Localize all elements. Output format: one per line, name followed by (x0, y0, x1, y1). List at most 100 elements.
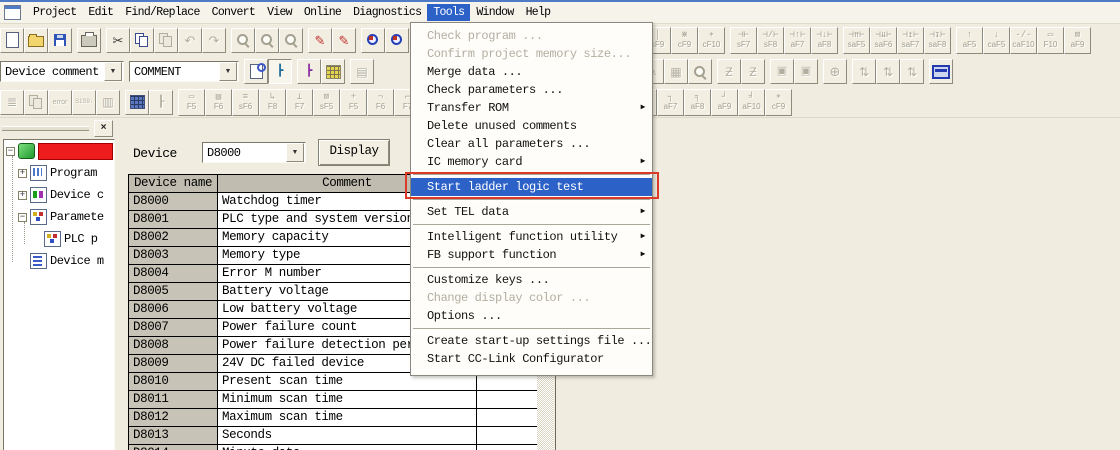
verify-comment-button[interactable] (244, 59, 268, 84)
data-type-combo[interactable]: Device comment▼ (0, 61, 124, 82)
device-name-cell[interactable]: D8011 (129, 391, 218, 408)
monitor-mode-button[interactable] (929, 59, 953, 84)
table-row[interactable]: D8012Maximum scan time (129, 409, 538, 427)
new-project-icon (6, 32, 19, 48)
dropdown-arrow-icon[interactable]: ▼ (219, 62, 237, 81)
zoom-comment-button[interactable] (361, 28, 385, 53)
expand-icon[interactable]: + (18, 191, 27, 200)
comment-list-button[interactable]: ┣ (297, 59, 321, 84)
close-icon[interactable]: × (94, 120, 113, 137)
menu-item-start-ladder-logic-test[interactable]: Start ladder logic test (411, 178, 652, 196)
device-name-cell[interactable]: D8012 (129, 409, 218, 426)
menu-item-label: Confirm project memory size... (427, 45, 631, 63)
sort-device-button: ⇅ (852, 59, 876, 84)
menu-item-intelligent-function-utility[interactable]: Intelligent function utility▶ (411, 228, 652, 246)
open-project-button[interactable] (24, 28, 48, 53)
menu-project[interactable]: Project (27, 4, 82, 21)
device-comment-grid-button[interactable] (321, 59, 345, 84)
tree-dock-gripper[interactable]: × (0, 119, 116, 137)
device-name-cell[interactable]: D8000 (129, 193, 218, 210)
device-name-cell[interactable]: D8001 (129, 211, 218, 228)
copy-button[interactable] (130, 28, 154, 53)
line-vertical-button-key-label: F7 (295, 102, 304, 111)
redo-button: ↷ (202, 28, 226, 53)
tree-root-project[interactable]: − (4, 140, 114, 162)
grid-display-button[interactable] (125, 90, 149, 115)
menu-item-label: Transfer ROM (427, 99, 509, 117)
device-name-cell[interactable]: D8008 (129, 337, 218, 354)
ladder-open-contact-button-key-label: sF7 (737, 40, 750, 49)
device-name-cell[interactable]: D8014 (129, 445, 218, 450)
table-row[interactable]: D8011Minimum scan time (129, 391, 538, 409)
comment-cell[interactable]: Seconds (218, 427, 477, 444)
device-name-cell[interactable]: D8003 (129, 247, 218, 264)
comment-cell[interactable]: Minute data (218, 445, 477, 450)
device-combo[interactable]: D8000 ▼ (202, 142, 306, 163)
menu-item-ic-memory-card[interactable]: IC memory card▶ (411, 153, 652, 171)
menu-item-fb-support-function[interactable]: FB support function▶ (411, 246, 652, 264)
submenu-arrow-icon: ▶ (641, 208, 645, 216)
display-button[interactable]: Display (318, 139, 390, 166)
menu-convert[interactable]: Convert (206, 4, 261, 21)
device-name-cell[interactable]: D8004 (129, 265, 218, 282)
gripper-handle[interactable] (2, 126, 89, 131)
menu-item-customize-keys[interactable]: Customize keys ... (411, 271, 652, 289)
submenu-arrow-icon: ▶ (641, 158, 645, 166)
print-button[interactable] (77, 28, 101, 53)
menu-item-check-parameters[interactable]: Check parameters ... (411, 81, 652, 99)
menu-online[interactable]: Online (298, 4, 347, 21)
table-row-partial[interactable]: D8014Minute data (129, 445, 538, 450)
menu-view[interactable]: View (261, 4, 298, 21)
menu-window[interactable]: Window (470, 4, 519, 21)
tree-item-parameter-label: Paramete (50, 210, 104, 224)
menu-item-delete-unused-comments[interactable]: Delete unused comments (411, 117, 652, 135)
partition-icon: ▥ (102, 96, 113, 108)
collapse-icon[interactable]: − (6, 147, 15, 156)
device-name-cell[interactable]: D8005 (129, 283, 218, 300)
grid-check-button: ▦ (664, 59, 688, 84)
save-project-button[interactable] (48, 28, 72, 53)
collapse-icon[interactable]: − (18, 213, 27, 222)
tree-item-program[interactable]: +Program (4, 162, 114, 184)
copy-data-icon (29, 95, 43, 109)
device-name-cell[interactable]: D8013 (129, 427, 218, 444)
menu-diagnostics[interactable]: Diagnostics (347, 4, 427, 21)
menu-item-merge-data[interactable]: Merge data ... (411, 63, 652, 81)
menu-item-create-start-up-settings-file[interactable]: Create start-up settings file ... (411, 332, 652, 350)
comment-cell[interactable]: Maximum scan time (218, 409, 477, 426)
menu-item-options[interactable]: Options ... (411, 307, 652, 325)
comment-edit-button[interactable]: ✎ (308, 28, 332, 53)
tree-item-parameter[interactable]: − Paramete (4, 206, 114, 228)
submenu-arrow-icon: ▶ (641, 233, 645, 241)
menu-item-clear-all-parameters[interactable]: Clear all parameters ... (411, 135, 652, 153)
menu-item-transfer-rom[interactable]: Transfer ROM▶ (411, 99, 652, 117)
device-name-cell[interactable]: D8009 (129, 355, 218, 372)
menu-item-start-cc-link-configurator[interactable]: Start CC-Link Configurator (411, 350, 652, 368)
device-name-cell[interactable]: D8002 (129, 229, 218, 246)
data-name-combo[interactable]: COMMENT▼ (129, 61, 239, 82)
tree-item-device-comment[interactable]: +Device c (4, 184, 114, 206)
device-name-cell[interactable]: D8007 (129, 319, 218, 336)
menu-findreplace[interactable]: Find/Replace (119, 4, 205, 21)
new-project-button[interactable] (0, 28, 24, 53)
tree-item-device-memory[interactable]: Device m (4, 250, 114, 272)
menu-item-set-tel-data[interactable]: Set TEL data▶ (411, 203, 652, 221)
menu-tools[interactable]: Tools (427, 4, 470, 21)
cut-button[interactable]: ✂ (106, 28, 130, 53)
statement-edit-button[interactable]: ✎ (332, 28, 356, 53)
menu-help[interactable]: Help (520, 4, 557, 21)
menu-edit[interactable]: Edit (82, 4, 119, 21)
dropdown-arrow-icon[interactable]: ▼ (286, 143, 304, 162)
project-data-list-button[interactable]: ┣ (268, 59, 292, 84)
comment-cell[interactable]: Minimum scan time (218, 391, 477, 408)
device-name-cell[interactable]: D8010 (129, 373, 218, 390)
empty-cell (477, 445, 538, 450)
child-window-icon[interactable] (4, 5, 21, 20)
zoom-statement-button[interactable] (385, 28, 409, 53)
table-row[interactable]: D8013Seconds (129, 427, 538, 445)
ladder-pulse-open-button: ⊣⇈⊢saF5 (843, 27, 870, 54)
dropdown-arrow-icon[interactable]: ▼ (104, 62, 122, 81)
device-name-cell[interactable]: D8006 (129, 301, 218, 318)
expand-icon[interactable]: + (18, 169, 27, 178)
tree-item-plc-parameter[interactable]: PLC p (4, 228, 114, 250)
